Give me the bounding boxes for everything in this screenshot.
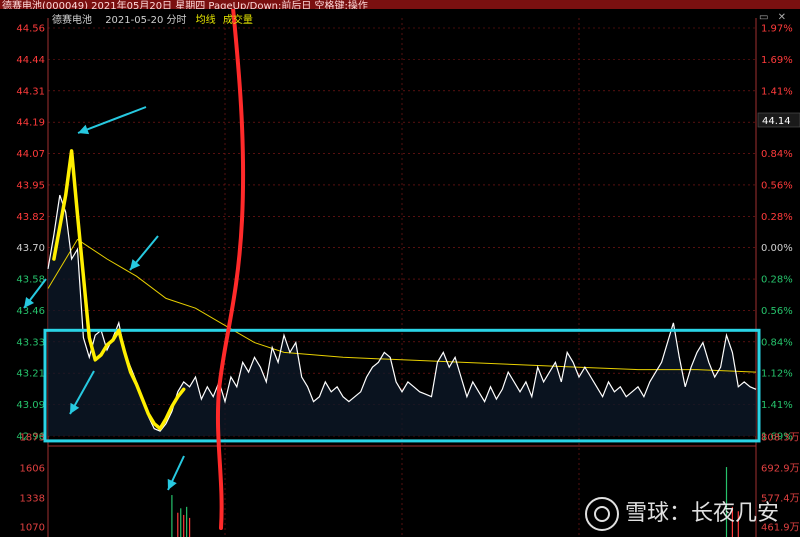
volume-tick-right: 808.3万 (761, 433, 800, 444)
watermark-author: 长夜几安 (691, 501, 780, 526)
left-tick-label: 43.21 (16, 369, 45, 380)
right-tick-label: 0.00% (761, 243, 793, 254)
watermark-sep: ： (669, 501, 692, 526)
right-tick-label: 0.56% (761, 306, 793, 317)
price-badge: 44.14 (762, 116, 791, 127)
right-tick-label: 0.28% (761, 275, 793, 286)
xueqiu-watermark: 雪球：长夜几安 (585, 495, 779, 531)
left-tick-label: 44.44 (16, 55, 45, 66)
left-tick-label: 44.56 (16, 24, 45, 35)
left-tick-label: 43.46 (16, 306, 45, 317)
volume-tick-left: 1873 (20, 433, 45, 444)
watermark-site: 雪球 (625, 501, 670, 526)
intraday-chart: 44.56 44.44 44.31 44.19 44.07 43.95 43.82 43.70… (0, 6, 800, 537)
left-tick-label: 43.70 (16, 243, 45, 254)
volume-tick-right: 692.9万 (761, 464, 800, 475)
right-tick-label: 1.97% (761, 24, 793, 35)
date-label: 2021-05-20 分时 (105, 15, 187, 26)
stock-name: 德赛电池 (52, 15, 92, 26)
volume-tick-left: 1338 (20, 494, 45, 505)
left-tick-label: 43.09 (16, 400, 45, 411)
chart-background (0, 9, 800, 537)
right-tick-label: 1.69% (761, 55, 793, 66)
left-tick-label: 44.31 (16, 86, 45, 97)
right-tick-label: 1.12% (761, 369, 793, 380)
left-tick-label: 43.33 (16, 337, 45, 348)
left-tick-label: 43.58 (16, 275, 45, 286)
left-tick-label: 43.95 (16, 180, 45, 191)
left-tick-label: 43.82 (16, 212, 45, 223)
window-controls: ▭ ✕ (759, 12, 786, 23)
window-title-bar: 德赛电池(000049) 2021年05月20日 星期四 PageUp/Down… (0, 0, 800, 9)
close-icon[interactable]: ✕ (778, 12, 786, 23)
right-tick-label: 0.84% (761, 149, 793, 160)
right-tick-label: 0.28% (761, 212, 793, 223)
right-tick-label: 0.56% (761, 180, 793, 191)
right-tick-label: 1.41% (761, 400, 793, 411)
left-tick-label: 44.19 (16, 118, 45, 129)
xueqiu-logo-icon (585, 497, 619, 531)
volume-legend: 成交量 (222, 15, 253, 26)
right-tick-label: 0.84% (761, 337, 793, 348)
window-title: 德赛电池(000049) 2021年05月20日 星期四 PageUp/Down… (2, 1, 368, 9)
avg-legend: 均线 (195, 15, 216, 26)
volume-tick-left: 1606 (20, 464, 45, 475)
left-tick-label: 44.07 (16, 149, 45, 160)
right-tick-label: 1.41% (761, 86, 793, 97)
chart-grid (0, 9, 800, 537)
volume-tick-left: 1070 (20, 523, 45, 534)
chart-header: 德赛电池 2021-05-20 分时 均线 成交量 (52, 11, 253, 26)
restore-icon[interactable]: ▭ (759, 12, 768, 23)
